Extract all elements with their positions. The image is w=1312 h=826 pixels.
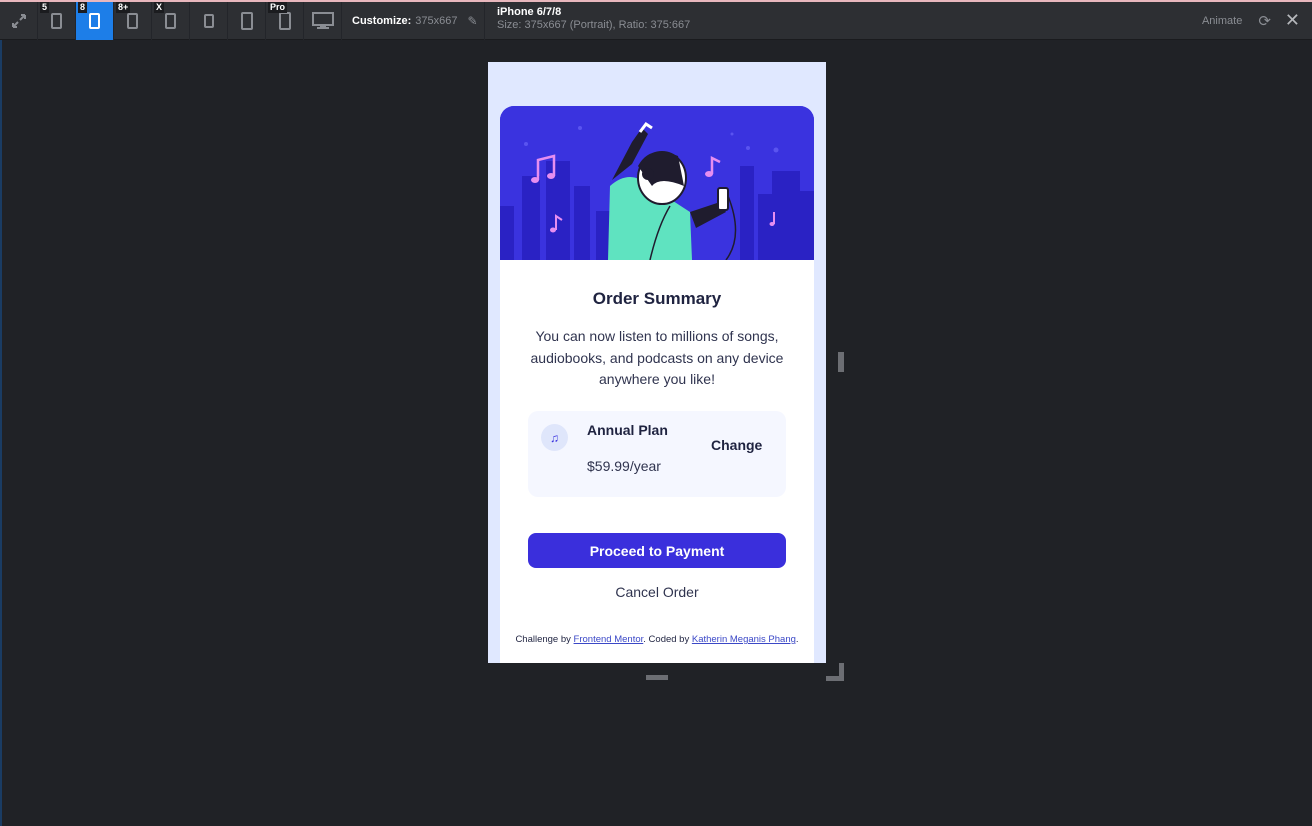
customize-label: Customize: bbox=[352, 15, 412, 27]
page-title: Order Summary bbox=[592, 289, 722, 308]
customize-size[interactable]: Customize: 375x667 ✎ bbox=[342, 2, 485, 40]
device-tablet-small-button[interactable] bbox=[190, 2, 228, 40]
order-summary-card: Order Summary You can now listen to mill… bbox=[500, 106, 814, 663]
close-icon[interactable]: ✕ bbox=[1285, 10, 1300, 31]
device-iphone-8-button[interactable]: 8 bbox=[76, 2, 114, 40]
plan-name: Annual Plan bbox=[587, 422, 668, 438]
device-viewport: Order Summary You can now listen to mill… bbox=[488, 62, 826, 663]
resize-arrows-icon bbox=[11, 14, 26, 28]
device-iphone-8plus-button[interactable]: 8+ bbox=[114, 2, 152, 40]
left-edge-strip bbox=[0, 40, 2, 826]
device-tablet-pro-button[interactable]: Pro bbox=[266, 2, 304, 40]
device-iphone-5-button[interactable]: 5 bbox=[38, 2, 76, 40]
device-badge: Pro bbox=[268, 2, 288, 13]
resize-handle-bottom[interactable] bbox=[646, 675, 668, 680]
tablet-icon bbox=[203, 14, 214, 28]
music-illustration bbox=[500, 106, 814, 261]
tablet-icon bbox=[240, 12, 253, 30]
device-badge: 8 bbox=[78, 2, 88, 13]
cancel-order-button[interactable]: Cancel Order bbox=[500, 584, 814, 600]
plan-price: $59.99/year bbox=[587, 458, 661, 474]
phone-icon bbox=[89, 13, 100, 29]
author-link[interactable]: Katherin Meganis Phang bbox=[692, 634, 796, 645]
footer-prefix: Challenge by bbox=[515, 634, 574, 645]
hero-illustration bbox=[500, 106, 814, 261]
music-note-icon: ♫ bbox=[541, 424, 568, 451]
toolbar: 5 8 8+ X Pro Customize: 375x667 ✎ iPhone… bbox=[0, 2, 1312, 40]
footer-suffix: . bbox=[795, 634, 799, 645]
device-info: iPhone 6/7/8 Size: 375x667 (Portrait), R… bbox=[485, 2, 702, 39]
attribution-footer: Challenge by Frontend Mentor. Coded by K… bbox=[488, 634, 826, 645]
monitor-icon bbox=[311, 12, 334, 29]
device-iphone-x-button[interactable]: X bbox=[152, 2, 190, 40]
footer-middle: . Coded by bbox=[643, 634, 692, 645]
plan-box: ♫ Annual Plan $59.99/year Change bbox=[528, 411, 786, 497]
resize-handle-right[interactable] bbox=[838, 352, 844, 372]
animate-toggle[interactable]: Animate bbox=[1202, 15, 1242, 27]
device-badge: X bbox=[154, 2, 165, 13]
resize-handle-corner[interactable] bbox=[826, 663, 844, 681]
customize-size-value: 375x667 bbox=[415, 15, 458, 27]
change-plan-link[interactable]: Change bbox=[711, 437, 762, 453]
tablet-icon bbox=[278, 12, 291, 30]
device-name: iPhone 6/7/8 bbox=[497, 6, 562, 18]
fullscreen-toggle-button[interactable] bbox=[0, 2, 38, 40]
rotate-icon[interactable]: ⟳ bbox=[1258, 12, 1271, 30]
frontend-mentor-link[interactable]: Frontend Mentor bbox=[574, 634, 644, 645]
toolbar-right: Animate ⟳ ✕ bbox=[1202, 2, 1312, 39]
device-desktop-button[interactable] bbox=[304, 2, 342, 40]
phone-icon bbox=[165, 13, 176, 29]
device-badge: 8+ bbox=[116, 2, 131, 13]
phone-icon bbox=[51, 13, 62, 29]
description-text: You can now listen to millions of songs,… bbox=[530, 328, 784, 387]
proceed-to-payment-button[interactable]: Proceed to Payment bbox=[528, 533, 786, 568]
device-size: Size: 375x667 (Portrait), Ratio: 375:667 bbox=[497, 19, 691, 31]
device-badge: 5 bbox=[40, 2, 50, 13]
pencil-icon[interactable]: ✎ bbox=[468, 14, 478, 28]
device-tablet-button[interactable] bbox=[228, 2, 266, 40]
phone-icon bbox=[127, 13, 138, 29]
